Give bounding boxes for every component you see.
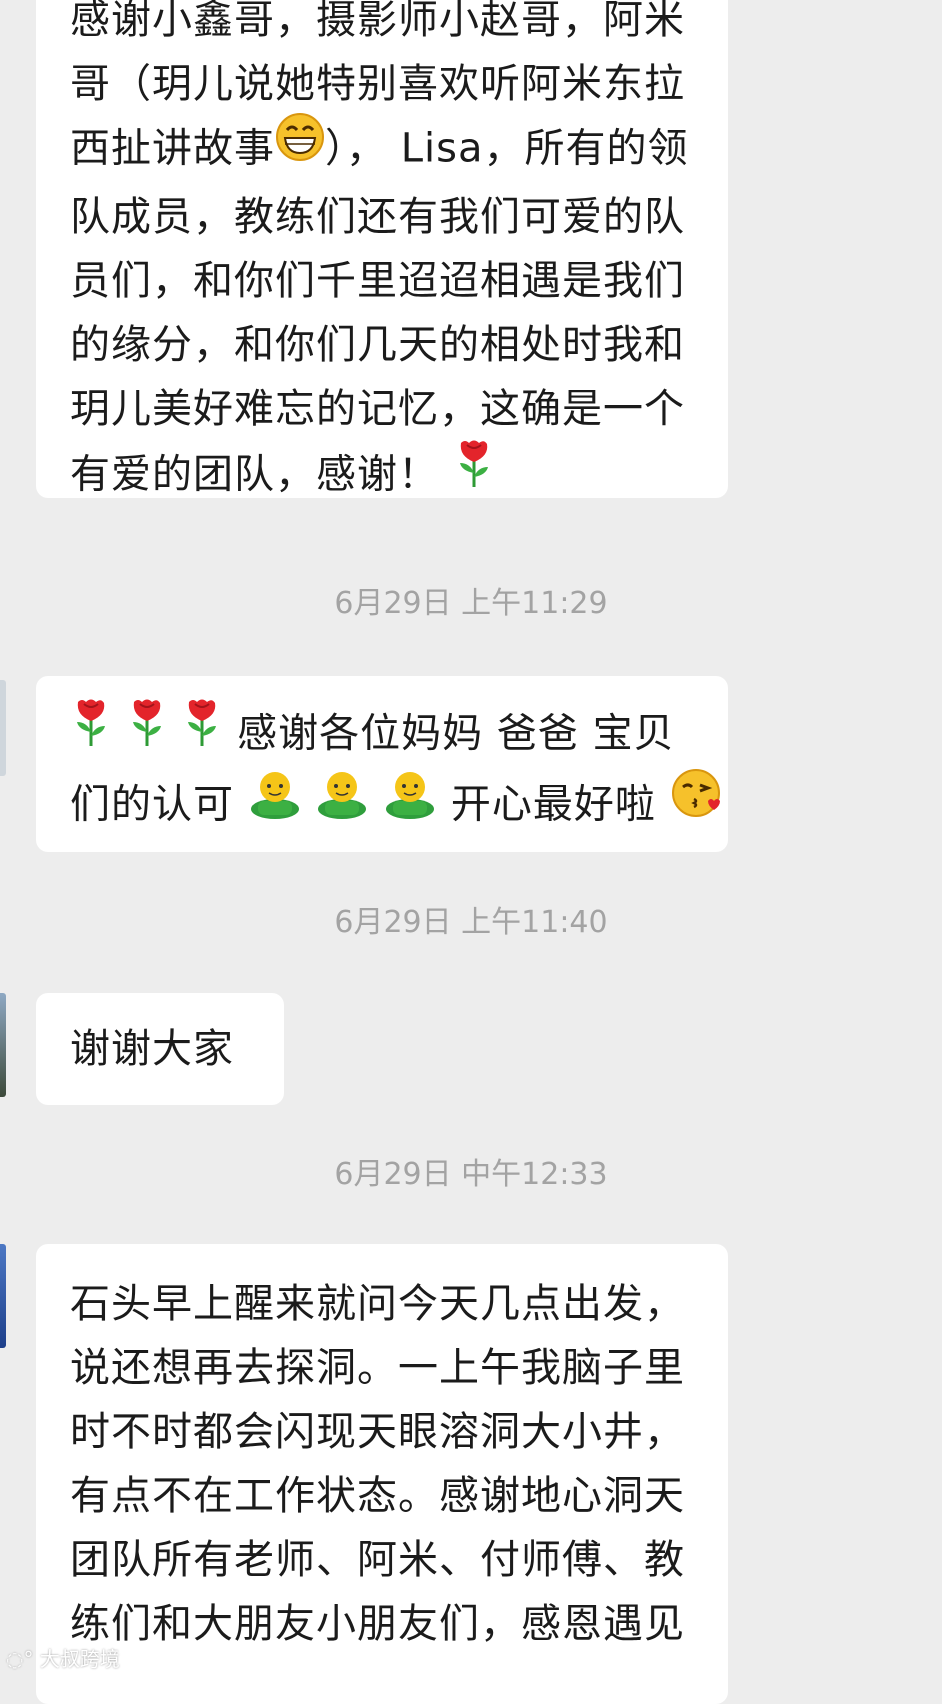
message-line: 感谢小鑫哥，摄影师小赵哥，阿米 [70, 0, 685, 43]
message-line-with-emoji: 感谢各位妈妈 爸爸 宝贝 [70, 699, 694, 771]
green-person-icon [383, 767, 437, 838]
message-line: 团队所有老师、阿米、付师傅、教 [70, 1537, 685, 1583]
message-line: 说还想再去探洞。一上午我脑子里 [70, 1345, 685, 1391]
kissing-face-icon [670, 767, 722, 838]
avatar[interactable] [0, 1244, 6, 1348]
message-line-with-emoji: 们的认可 开心最好啦 [70, 769, 720, 842]
message-bubble[interactable]: 谢谢大家 [36, 993, 284, 1105]
rose-icon [70, 696, 112, 767]
avatar[interactable] [0, 680, 6, 776]
message-line: 有点不在工作状态。感谢地心洞天 [70, 1473, 685, 1519]
timestamp: 6月29日 中午12:33 [334, 1157, 608, 1192]
timestamp: 6月29日 上午11:29 [334, 586, 608, 621]
watermark: ◌° 大叔跨境 [6, 1647, 120, 1671]
watermark-logo-icon: ◌° [6, 1647, 34, 1671]
message-bubble[interactable]: 感谢小鑫哥，摄影师小赵哥，阿米 哥（玥儿说她特别喜欢听阿米东拉 西扯讲故事）， … [36, 0, 728, 498]
rose-icon [126, 696, 168, 767]
message-line: 哥（玥儿说她特别喜欢听阿米东拉 [70, 61, 685, 107]
message-bubble[interactable]: 石头早上醒来就问今天几点出发， 说还想再去探洞。一上午我脑子里 时不时都会闪现天… [36, 1244, 728, 1704]
timestamp: 6月29日 上午11:40 [334, 905, 608, 940]
message-line: 队成员，教练们还有我们可爱的队 [70, 194, 685, 240]
green-person-icon [315, 767, 369, 838]
message-line: 玥儿美好难忘的记忆，这确是一个 [70, 386, 685, 432]
message-line-with-emoji: 西扯讲故事）， Lisa，所有的领 [70, 113, 694, 185]
avatar[interactable] [0, 993, 6, 1097]
message-line: 石头早上醒来就问今天几点出发， [70, 1281, 685, 1327]
message-bubble[interactable]: 感谢各位妈妈 爸爸 宝贝 们的认可 开心最好啦 [36, 676, 728, 852]
chat-area[interactable]: 感谢小鑫哥，摄影师小赵哥，阿米 哥（玥儿说她特别喜欢听阿米东拉 西扯讲故事）， … [0, 0, 942, 1704]
message-line: 谢谢大家 [70, 1026, 234, 1072]
message-line-with-emoji: 有爱的团队，感谢！ [70, 440, 694, 512]
message-line: 的缘分，和你们几天的相处时我和 [70, 322, 685, 368]
message-line: 员们，和你们千里迢迢相遇是我们 [70, 258, 685, 304]
green-person-icon [248, 767, 302, 838]
rose-icon [453, 437, 495, 508]
message-line: 时不时都会闪现天眼溶洞大小井， [70, 1409, 685, 1455]
message-line: 练们和大朋友小朋友们，感恩遇见 [70, 1601, 685, 1647]
grinning-face-icon [275, 112, 325, 181]
rose-icon [181, 696, 223, 767]
